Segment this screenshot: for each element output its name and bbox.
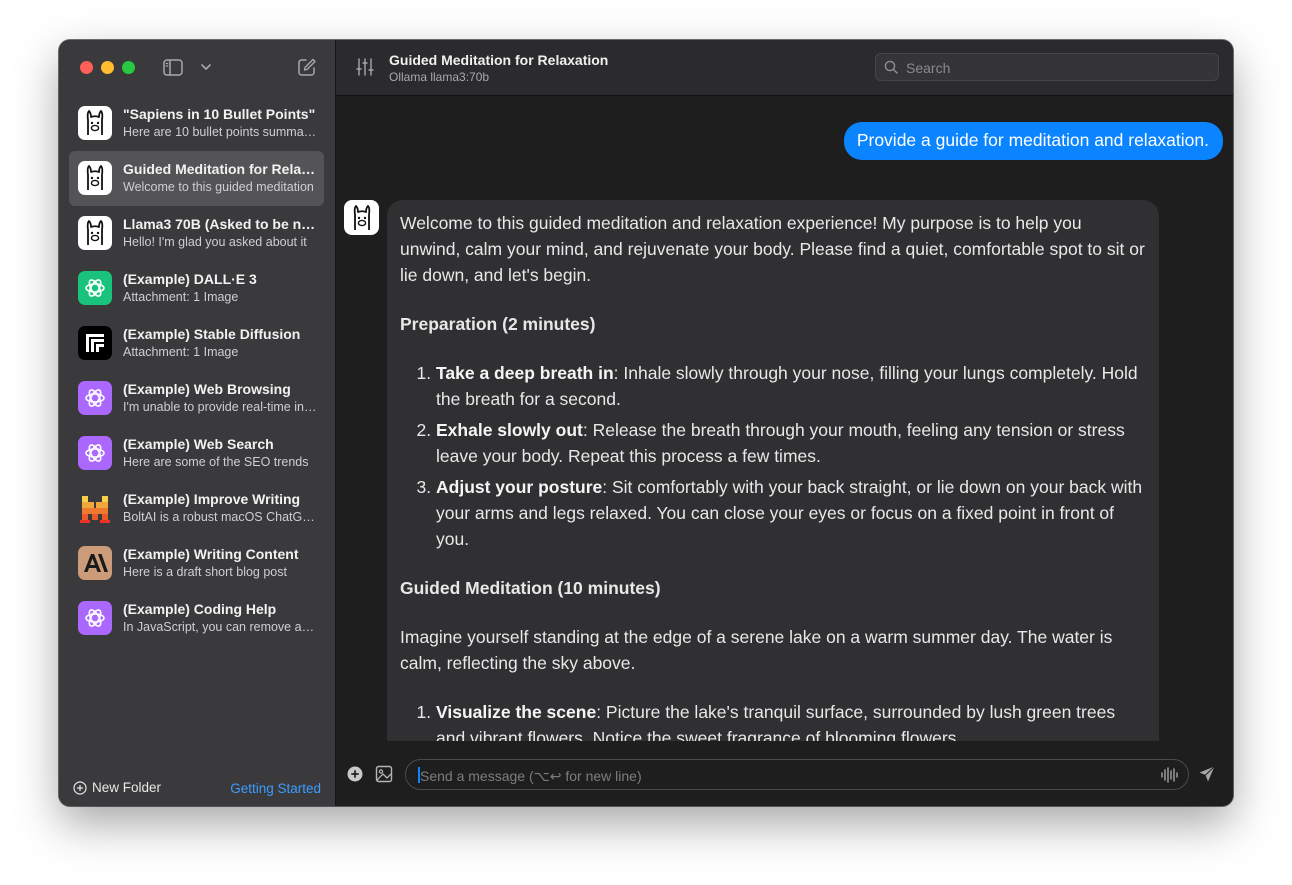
chat-item-preview: BoltAI is a robust macOS ChatGPT app	[123, 510, 318, 524]
chat-item-preview: Welcome to this guided meditation	[123, 180, 314, 194]
chat-item-preview: In JavaScript, you can remove an item	[123, 620, 318, 634]
openai-green-icon	[78, 271, 112, 305]
chat-item-llama3-70b[interactable]: Llama3 70B (Asked to be nice) Hello! I'm…	[69, 206, 324, 261]
llama-icon	[344, 200, 379, 235]
app-window: "Sapiens in 10 Bullet Points" Here are 1…	[59, 40, 1233, 806]
chat-item-title: Guided Meditation for Relaxation	[123, 161, 318, 177]
list-item: Adjust your posture: Sit comfortably wit…	[436, 474, 1145, 552]
chat-item-improve-writing[interactable]: (Example) Improve Writing BoltAI is a ro…	[69, 481, 324, 536]
plus-circle-icon[interactable]	[347, 766, 363, 782]
search-box[interactable]	[875, 53, 1219, 82]
close-window-button[interactable]	[80, 61, 93, 74]
chat-title: Guided Meditation for Relaxation	[389, 52, 609, 68]
section-intro: Imagine yourself standing at the edge of…	[400, 627, 1113, 673]
chat-item-title: (Example) Writing Content	[123, 546, 299, 562]
chat-item-title: Llama3 70B (Asked to be nice)	[123, 216, 318, 232]
llama-icon	[78, 106, 112, 140]
section-heading: Guided Meditation (10 minutes)	[400, 578, 661, 598]
chat-item-title: (Example) Stable Diffusion	[123, 326, 301, 342]
sidebar: "Sapiens in 10 Bullet Points" Here are 1…	[59, 40, 336, 806]
getting-started-link[interactable]: Getting Started	[230, 781, 321, 796]
search-icon	[884, 60, 898, 74]
chat-item-writing-content[interactable]: (Example) Writing Content Here is a draf…	[69, 536, 324, 591]
step-title: Visualize the scene	[436, 702, 597, 722]
chat-list: "Sapiens in 10 Bullet Points" Here are 1…	[69, 96, 324, 646]
waveform-icon[interactable]	[1160, 767, 1178, 783]
chevron-down-icon[interactable]	[200, 61, 212, 73]
preparation-steps: Take a deep breath in: Inhale slowly thr…	[400, 360, 1145, 552]
main-panel: Guided Meditation for Relaxation Ollama …	[336, 40, 1233, 806]
assistant-message: Welcome to this guided meditation and re…	[387, 200, 1159, 741]
new-chat-icon[interactable]	[297, 57, 317, 77]
chat-item-title: (Example) Improve Writing	[123, 491, 301, 507]
model-name: Ollama llama3:70b	[389, 70, 490, 84]
chat-item-title: (Example) Coding Help	[123, 601, 277, 617]
zoom-window-button[interactable]	[122, 61, 135, 74]
chat-item-preview: I'm unable to provide real-time informat…	[123, 400, 318, 414]
chat-item-preview: Attachment: 1 Image	[123, 345, 239, 359]
chat-item-preview: Attachment: 1 Image	[123, 290, 239, 304]
chat-item-preview: Here are 10 bullet points summarizing th…	[123, 125, 318, 139]
section-heading: Preparation (2 minutes)	[400, 314, 596, 334]
anthropic-icon	[78, 546, 112, 580]
llama-icon	[78, 216, 112, 250]
chat-item-preview: Hello! I'm glad you asked about it	[123, 235, 307, 249]
new-folder-label: New Folder	[92, 780, 162, 795]
minimize-window-button[interactable]	[101, 61, 114, 74]
composer	[336, 741, 1233, 806]
llama-icon	[78, 161, 112, 195]
openai-purple-icon	[78, 436, 112, 470]
step-title: Adjust your posture	[436, 477, 603, 497]
assistant-intro: Welcome to this guided meditation and re…	[400, 213, 1145, 285]
chat-item-preview: Here are some of the SEO trends	[123, 455, 309, 469]
sidebar-footer: New Folder Getting Started	[59, 772, 335, 806]
sidebar-toggle-icon[interactable]	[163, 59, 183, 76]
plus-circle-icon	[73, 780, 87, 795]
step-title: Exhale slowly out	[436, 420, 583, 440]
openai-purple-icon	[78, 381, 112, 415]
chat-item-dalle3[interactable]: (Example) DALL·E 3 Attachment: 1 Image	[69, 261, 324, 316]
chat-header: Guided Meditation for Relaxation Ollama …	[336, 40, 1233, 96]
chat-item-title: "Sapiens in 10 Bullet Points"	[123, 106, 316, 122]
chat-item-sapiens[interactable]: "Sapiens in 10 Bullet Points" Here are 1…	[69, 96, 324, 151]
list-item: Take a deep breath in: Inhale slowly thr…	[436, 360, 1145, 412]
chat-item-title: (Example) Web Browsing	[123, 381, 291, 397]
image-icon[interactable]	[375, 765, 393, 783]
sliders-icon[interactable]	[355, 57, 375, 77]
chat-item-title: (Example) DALL·E 3	[123, 271, 257, 287]
chat-item-guided-meditation[interactable]: Guided Meditation for Relaxation Welcome…	[69, 151, 324, 206]
chat-item-title: (Example) Web Search	[123, 436, 274, 452]
step-title: Take a deep breath in	[436, 363, 614, 383]
list-item: Exhale slowly out: Release the breath th…	[436, 417, 1145, 469]
chat-item-web-search[interactable]: (Example) Web Search Here are some of th…	[69, 426, 324, 481]
chat-item-web-browsing[interactable]: (Example) Web Browsing I'm unable to pro…	[69, 371, 324, 426]
search-input[interactable]	[904, 54, 1208, 82]
message-input-box[interactable]	[405, 759, 1189, 791]
chat-item-stable-diffusion[interactable]: (Example) Stable Diffusion Attachment: 1…	[69, 316, 324, 371]
message-list[interactable]: Provide a guide for meditation and relax…	[336, 96, 1233, 741]
new-folder-button[interactable]: New Folder	[73, 780, 161, 795]
mistral-icon	[78, 491, 112, 525]
stability-icon	[78, 326, 112, 360]
list-item: Visualize the scene: Picture the lake's …	[436, 699, 1145, 741]
send-icon[interactable]	[1198, 765, 1216, 783]
user-message: Provide a guide for meditation and relax…	[843, 122, 1223, 160]
message-input[interactable]	[418, 760, 1152, 791]
meditation-steps: Visualize the scene: Picture the lake's …	[400, 699, 1145, 741]
chat-item-coding-help[interactable]: (Example) Coding Help In JavaScript, you…	[69, 591, 324, 646]
openai-purple-icon	[78, 601, 112, 635]
chat-item-preview: Here is a draft short blog post	[123, 565, 287, 579]
